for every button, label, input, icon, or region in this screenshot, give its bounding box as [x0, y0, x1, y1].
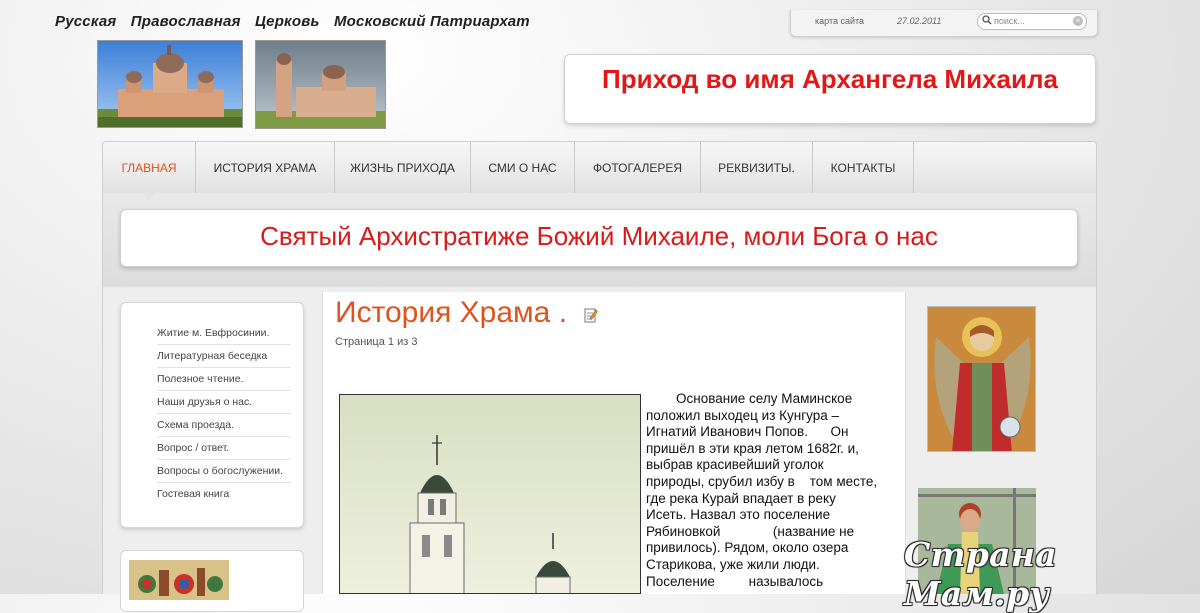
sidebar-item[interactable]: Полезное чтение. [157, 368, 291, 391]
archangel-icon-image[interactable] [927, 306, 1036, 452]
nav-item-gallery[interactable]: ФОТОГАЛЕРЕЯ [575, 142, 701, 193]
sidebar-item[interactable]: Вопросы о богослужении. [157, 460, 291, 483]
church-name-word: Церковь [255, 13, 320, 30]
sitemap-link[interactable]: карта сайта [815, 16, 864, 26]
nav-active-pointer [141, 192, 157, 200]
search-placeholder: поиск... [994, 16, 1025, 26]
prayer-text: Святый Архистратиже Божий Михаиле, моли … [260, 221, 938, 251]
article-line: Старикова, уже жили люди. [646, 556, 820, 572]
prayer-banner: Святый Архистратиже Божий Михаиле, моли … [120, 209, 1078, 267]
article-title[interactable]: История Храма . [335, 296, 567, 330]
current-date: 27.02.2011 [897, 16, 942, 26]
search-icon [982, 15, 992, 27]
article-line: привилось). Рядом, около озера [646, 540, 849, 556]
sidebar-item[interactable]: Гостевая книга [157, 483, 291, 505]
sidebar-item[interactable]: Вопрос / ответ. [157, 437, 291, 460]
article-line: Основание селу Маминское [646, 391, 853, 406]
article-line: пришёл в эти края летом 1682г. и, [646, 440, 859, 456]
sidebar-item[interactable]: Литературная беседка [157, 345, 291, 368]
article-line: Исеть. Назвал это поселение [646, 507, 831, 523]
site-title: Приход во имя Архангела Михаила [602, 64, 1058, 94]
sidebar-image-box [120, 550, 304, 612]
article-line: Поселение называлось [646, 573, 824, 589]
church-name-word: Русская [55, 13, 117, 30]
article-church-image [339, 394, 641, 594]
article-page-info: Страница 1 из 3 [335, 336, 418, 348]
nav-item-home[interactable]: ГЛАВНАЯ [103, 142, 196, 193]
edit-icon[interactable] [584, 307, 598, 328]
site-title-box: Приход во имя Архангела Михаила [564, 54, 1096, 124]
article-line: где река Курай впадает в реку [646, 490, 836, 506]
top-utility-bar: карта сайта 27.02.2011 поиск... × [790, 10, 1098, 37]
nav-item-history[interactable]: ИСТОРИЯ ХРАМА [196, 142, 335, 193]
article-line: Игнатий Иванович Попов. Он [646, 424, 849, 440]
article-line: Рябиновкой (название не [646, 523, 855, 539]
church-name-word: Православная [130, 13, 241, 30]
sidebar-item[interactable]: Наши друзья о нас. [157, 391, 291, 414]
church-photo-2 [255, 40, 386, 129]
nav-item-media[interactable]: СМИ О НАС [471, 142, 575, 193]
church-name: Русская Православная Церковь Московский … [55, 13, 540, 30]
search-input[interactable]: поиск... × [977, 13, 1087, 30]
article-body: Основание селу Маминское положил выходец… [646, 391, 894, 590]
sidebar-item[interactable]: Схема проезда. [157, 414, 291, 437]
nav-item-parish-life[interactable]: ЖИЗНЬ ПРИХОДА [335, 142, 471, 193]
article-line: природы, срубил избу в том месте, [646, 473, 878, 489]
article-line: положил выходец из Кунгура – [646, 407, 840, 423]
nav-item-requisites[interactable]: РЕКВИЗИТЫ. [701, 142, 813, 193]
sidebar-item[interactable]: Житие м. Евфросинии. [157, 322, 291, 345]
sidebar-picture[interactable] [129, 560, 229, 600]
article-line: выбрав красивейший уголок [646, 457, 824, 473]
main-nav: ГЛАВНАЯ ИСТОРИЯ ХРАМА ЖИЗНЬ ПРИХОДА СМИ … [102, 141, 1097, 194]
sidebar-menu: Житие м. Евфросинии. Литературная беседк… [120, 302, 304, 528]
clear-icon[interactable]: × [1073, 16, 1083, 26]
church-photo-1 [97, 40, 243, 128]
watermark-logo: Страна Мам.ру [904, 535, 1057, 613]
nav-item-contacts[interactable]: КОНТАКТЫ [813, 142, 914, 193]
church-name-word: Московский Патриархат [333, 13, 530, 30]
